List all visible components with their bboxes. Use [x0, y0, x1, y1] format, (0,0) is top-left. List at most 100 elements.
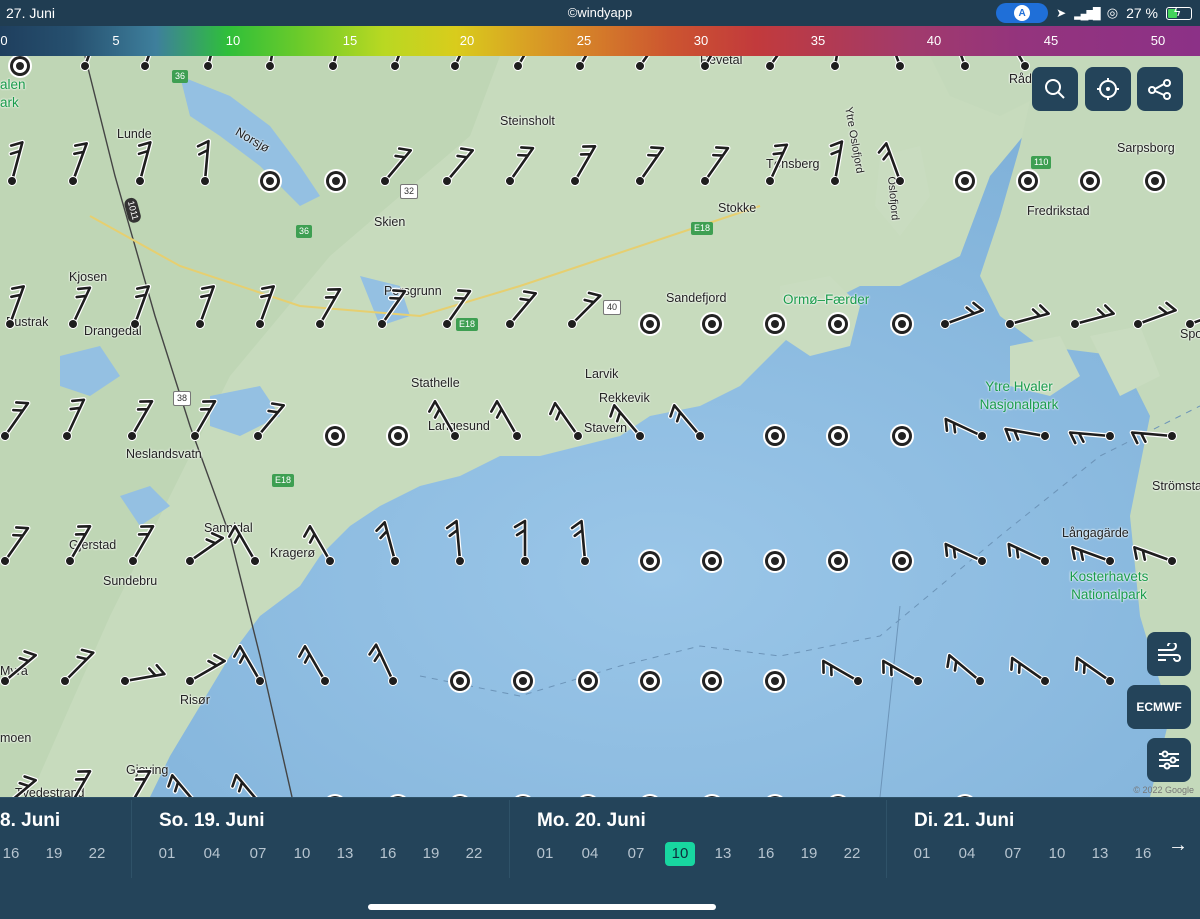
- wind-barb: [7, 139, 25, 186]
- wind-barb: [190, 398, 218, 441]
- hour-option[interactable]: 16: [0, 842, 26, 866]
- scale-label: 25: [576, 33, 592, 48]
- scale-label: 40: [926, 33, 942, 48]
- wind-barb: [0, 399, 31, 441]
- calm-wind-marker: [638, 669, 662, 693]
- wind-barb: [377, 287, 408, 329]
- wind-barb: [165, 772, 201, 797]
- calm-wind-marker: [638, 549, 662, 573]
- scale-label: 10: [225, 33, 241, 48]
- day-title: So. 19. Juni: [159, 810, 265, 831]
- calm-wind-marker: [763, 424, 787, 448]
- hour-option[interactable]: 07: [998, 842, 1028, 866]
- hour-option[interactable]: 10: [1042, 842, 1072, 866]
- hour-option[interactable]: 01: [152, 842, 182, 866]
- hour-option[interactable]: 22: [82, 842, 112, 866]
- wind-barb: [80, 56, 102, 71]
- wind-barb: [505, 289, 539, 329]
- day-group: 8. Juni 16 19 22: [0, 798, 131, 878]
- hour-option[interactable]: 16: [1128, 842, 1158, 866]
- wind-barb: [1008, 655, 1050, 686]
- hour-option[interactable]: 04: [952, 842, 982, 866]
- calm-wind-marker: [448, 669, 472, 693]
- wind-barb: [0, 524, 31, 566]
- battery-percent: 27 %: [1126, 5, 1158, 21]
- calm-wind-marker: [576, 669, 600, 693]
- wind-barb: [635, 56, 666, 71]
- navigation-pill: A: [996, 3, 1049, 23]
- wind-barb: [442, 287, 473, 329]
- hour-option[interactable]: 07: [621, 842, 651, 866]
- hour-option[interactable]: 22: [459, 842, 489, 866]
- hour-option[interactable]: 13: [708, 842, 738, 866]
- wind-barb: [127, 768, 153, 797]
- wind-barb: [442, 146, 476, 186]
- hour-option[interactable]: 10: [287, 842, 317, 866]
- scale-label: 20: [459, 33, 475, 48]
- wind-barb: [390, 56, 412, 71]
- scale-label: 15: [342, 33, 358, 48]
- hour-option[interactable]: 04: [197, 842, 227, 866]
- hour-option[interactable]: 07: [243, 842, 273, 866]
- calm-wind-marker: [953, 169, 977, 193]
- hour-option[interactable]: 13: [1085, 842, 1115, 866]
- bottom-bar: [0, 883, 1200, 919]
- wind-barb: [128, 523, 156, 566]
- home-indicator[interactable]: [368, 904, 716, 910]
- model-button[interactable]: ECMWF: [1127, 685, 1191, 729]
- next-day-arrow-icon[interactable]: →: [1168, 834, 1188, 857]
- nav-letter: A: [1014, 5, 1031, 21]
- day-title: 8. Juni: [0, 810, 61, 831]
- time-slider[interactable]: 8. Juni 16 19 22 So. 19. Juni 01 04 07 1…: [0, 797, 1200, 883]
- wind-barb: [1129, 430, 1177, 446]
- wind-barb: [1003, 426, 1050, 443]
- calm-wind-marker: [700, 312, 724, 336]
- wind-barb: [876, 56, 905, 71]
- wind-barb: [635, 144, 666, 186]
- hour-option[interactable]: 01: [530, 842, 560, 866]
- calm-wind-marker: [1078, 169, 1102, 193]
- wind-barb: [120, 662, 167, 686]
- wind-barb: [513, 56, 541, 71]
- wind-barb: [255, 283, 277, 329]
- crosshair-icon: [1097, 78, 1119, 100]
- battery-icon: ϟ: [1166, 5, 1192, 20]
- wind-barbs-layer: [0, 56, 1200, 797]
- wind-barb: [828, 139, 845, 186]
- hour-option[interactable]: 16: [751, 842, 781, 866]
- hour-option[interactable]: 19: [416, 842, 446, 866]
- wind-barb: [765, 56, 796, 71]
- wind-barb: [488, 398, 522, 441]
- wind-barb: [367, 642, 398, 686]
- wind-barb: [1070, 303, 1117, 329]
- wind-layer-button[interactable]: [1147, 632, 1191, 676]
- day-title: Di. 21. Juni: [914, 810, 1015, 831]
- wind-barb: [135, 139, 153, 186]
- settings-button[interactable]: [1147, 738, 1191, 782]
- wind-barb: [945, 652, 985, 686]
- search-button[interactable]: [1032, 67, 1078, 111]
- hour-option[interactable]: 04: [575, 842, 605, 866]
- status-bar: 27. Juni ©windyapp A ➤ ▂▄▆█ ◎ 27 % ϟ: [0, 0, 1200, 26]
- locate-button[interactable]: [1085, 67, 1131, 111]
- hour-option[interactable]: 19: [794, 842, 824, 866]
- calm-wind-marker: [826, 549, 850, 573]
- calm-wind-marker: [763, 312, 787, 336]
- hour-option-selected[interactable]: 10: [665, 842, 695, 866]
- calm-wind-marker: [8, 56, 32, 78]
- wind-barb: [700, 56, 728, 71]
- wind-map[interactable]: Lunde Norsjø Steinsholt Revetal Tønsberg…: [0, 56, 1200, 797]
- calm-wind-marker: [826, 424, 850, 448]
- hour-option[interactable]: 13: [330, 842, 360, 866]
- scale-label: 0: [0, 33, 8, 48]
- hour-option[interactable]: 01: [907, 842, 937, 866]
- wind-barb: [828, 56, 845, 71]
- wind-barb: [1069, 544, 1115, 566]
- route-button[interactable]: [1137, 67, 1183, 111]
- day-group: Mo. 20. Juni 01 04 07 10 13 16 19 22: [510, 798, 886, 878]
- hour-option[interactable]: 22: [837, 842, 867, 866]
- location-arrow-icon: ➤: [1056, 6, 1067, 20]
- hour-option[interactable]: 16: [373, 842, 403, 866]
- hour-option[interactable]: 19: [39, 842, 69, 866]
- wind-barb: [127, 398, 155, 441]
